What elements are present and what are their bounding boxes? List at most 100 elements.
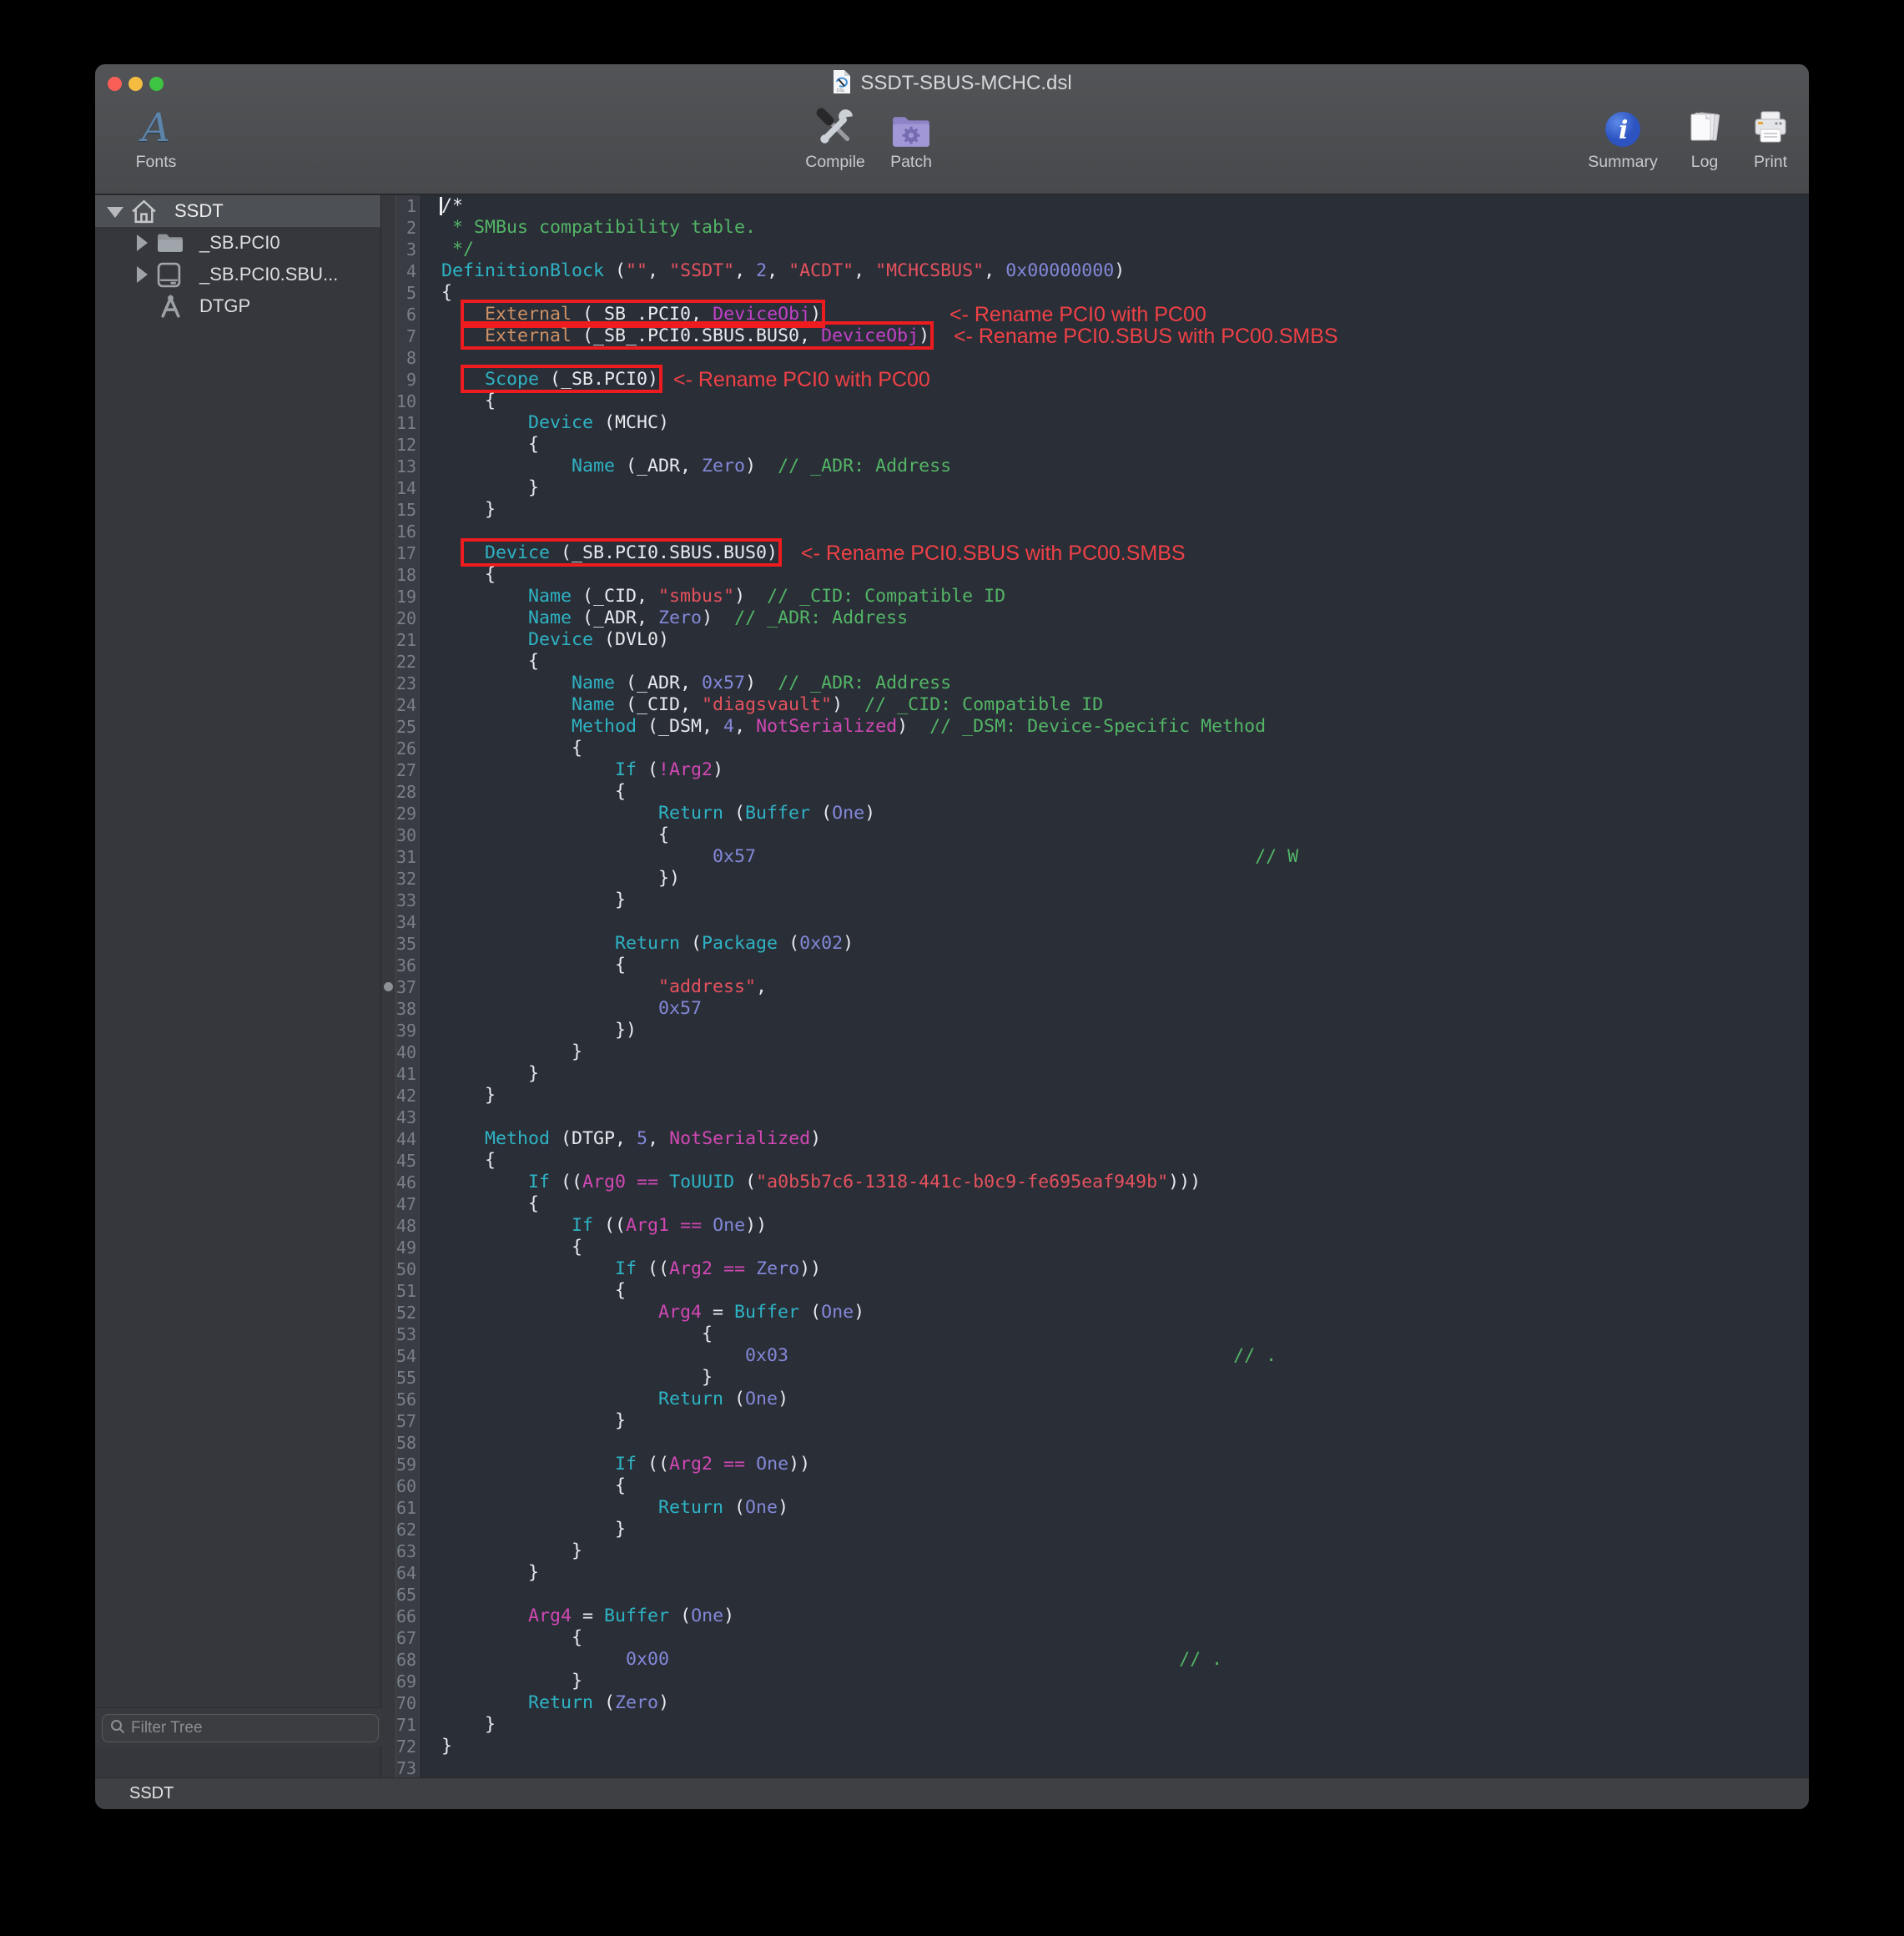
code-line-text[interactable]: { xyxy=(421,1323,1809,1345)
code-line[interactable]: 23 Name (_ADR, 0x57) // _ADR: Address xyxy=(381,673,1809,694)
code-line-text[interactable]: { xyxy=(421,434,1809,456)
zoom-button[interactable] xyxy=(149,77,164,91)
code-line[interactable]: 32 }) xyxy=(381,868,1809,890)
code-line[interactable]: 62 } xyxy=(381,1519,1809,1540)
code-line-text[interactable]: } xyxy=(421,1562,1809,1584)
code-line[interactable]: 39 }) xyxy=(381,1020,1809,1041)
code-line[interactable]: 57 } xyxy=(381,1410,1809,1432)
code-line[interactable]: 69 } xyxy=(381,1671,1809,1692)
filter-tree-input[interactable] xyxy=(131,1719,371,1737)
code-line[interactable]: 13 Name (_ADR, Zero) // _ADR: Address xyxy=(381,456,1809,477)
code-line-text[interactable]: Method (_DSM, 4, NotSerialized) // _DSM:… xyxy=(421,716,1809,738)
code-line[interactable]: 46 If ((Arg0 == ToUUID ("a0b5b7c6-1318-4… xyxy=(381,1172,1809,1193)
code-line[interactable]: 41 } xyxy=(381,1063,1809,1085)
code-line-text[interactable]: Device (MCHC) xyxy=(421,412,1809,434)
code-line[interactable]: 49 { xyxy=(381,1237,1809,1258)
code-line-text[interactable]: * SMBus compatibility table. xyxy=(421,217,1809,239)
code-line-text[interactable]: } xyxy=(421,1736,1809,1757)
code-line[interactable]: 6 External (_SB_.PCI0, DeviceObj)<- Rena… xyxy=(381,304,1809,325)
code-line[interactable]: 14 } xyxy=(381,477,1809,499)
disclosure-triangle-right-icon[interactable] xyxy=(137,234,148,251)
code-line[interactable]: 65 xyxy=(381,1584,1809,1606)
code-line-text[interactable]: } xyxy=(421,1410,1809,1432)
code-line[interactable]: 4DefinitionBlock ("", "SSDT", 2, "ACDT",… xyxy=(381,260,1809,282)
sidebar-item--sb-pci0-sbu-[interactable]: _SB.PCI0.SBU... xyxy=(95,259,380,290)
code-line[interactable]: 7 External (_SB_.PCI0.SBUS.BUS0, DeviceO… xyxy=(381,325,1809,347)
code-line[interactable]: 31 0x57 // W xyxy=(381,846,1809,868)
code-line[interactable]: 21 Device (DVL0) xyxy=(381,629,1809,651)
code-line[interactable]: 40 } xyxy=(381,1041,1809,1063)
code-line-text[interactable]: } xyxy=(421,1085,1809,1107)
code-line-text[interactable]: } xyxy=(421,1367,1809,1389)
code-line-text[interactable]: }) xyxy=(421,868,1809,890)
code-line[interactable]: 59 If ((Arg2 == One)) xyxy=(381,1454,1809,1475)
code-line-text[interactable]: DefinitionBlock ("", "SSDT", 2, "ACDT", … xyxy=(421,260,1809,282)
code-line-text[interactable]: { xyxy=(421,1280,1809,1302)
code-line-text[interactable]: Name (_ADR, Zero) // _ADR: Address xyxy=(421,608,1809,629)
code-line-text[interactable] xyxy=(421,1107,1809,1128)
sidebar-item--sb-pci0[interactable]: _SB.PCI0 xyxy=(95,227,380,259)
code-line-text[interactable]: } xyxy=(421,499,1809,521)
code-line[interactable]: 28 { xyxy=(381,781,1809,803)
code-line-text[interactable]: { xyxy=(421,1475,1809,1497)
code-line-text[interactable]: } xyxy=(421,1671,1809,1692)
code-line[interactable]: 16 xyxy=(381,521,1809,542)
code-line-text[interactable]: } xyxy=(421,1519,1809,1540)
code-line[interactable]: 68 0x00 // . xyxy=(381,1649,1809,1671)
code-line-text[interactable]: { xyxy=(421,1627,1809,1649)
code-line-text[interactable]: { xyxy=(421,282,1809,304)
code-line-text[interactable]: */ xyxy=(421,239,1809,260)
code-line-text[interactable]: Name (_CID, "smbus") // _CID: Compatible… xyxy=(421,586,1809,608)
code-line-text[interactable]: Return (One) xyxy=(421,1497,1809,1519)
code-line-text[interactable] xyxy=(421,521,1809,542)
code-line-text[interactable]: /* xyxy=(421,195,1809,217)
code-line-text[interactable]: Method (DTGP, 5, NotSerialized) xyxy=(421,1128,1809,1150)
code-line[interactable]: 72} xyxy=(381,1736,1809,1757)
code-line[interactable]: 45 { xyxy=(381,1150,1809,1172)
code-line[interactable]: 37 "address", xyxy=(381,976,1809,998)
code-line-text[interactable]: 0x57 // W xyxy=(421,846,1809,868)
filter-field[interactable] xyxy=(102,1714,379,1742)
code-line-text[interactable]: { xyxy=(421,651,1809,673)
code-line-text[interactable]: Return (Zero) xyxy=(421,1692,1809,1714)
code-line[interactable]: 44 Method (DTGP, 5, NotSerialized) xyxy=(381,1128,1809,1150)
code-line-text[interactable]: Return (Buffer (One) xyxy=(421,803,1809,824)
code-line[interactable]: 20 Name (_ADR, Zero) // _ADR: Address xyxy=(381,608,1809,629)
code-line-text[interactable]: { xyxy=(421,391,1809,412)
code-line-text[interactable]: Arg4 = Buffer (One) xyxy=(421,1302,1809,1323)
code-line-text[interactable]: Name (_ADR, Zero) // _ADR: Address xyxy=(421,456,1809,477)
code-line[interactable]: 26 { xyxy=(381,738,1809,759)
code-line[interactable]: 15 } xyxy=(381,499,1809,521)
toolbar-summary-button[interactable]: iSummary xyxy=(1579,106,1666,172)
code-line[interactable]: 18 { xyxy=(381,564,1809,586)
close-button[interactable] xyxy=(108,77,122,91)
code-line[interactable]: 11 Device (MCHC) xyxy=(381,412,1809,434)
code-line[interactable]: 42 } xyxy=(381,1085,1809,1107)
code-line[interactable]: 3 */ xyxy=(381,239,1809,260)
code-line[interactable]: 12 { xyxy=(381,434,1809,456)
code-line-text[interactable]: Arg4 = Buffer (One) xyxy=(421,1606,1809,1627)
code-line-text[interactable]: 0x03 // . xyxy=(421,1345,1809,1367)
code-line[interactable]: 63 } xyxy=(381,1540,1809,1562)
code-line[interactable]: 34 xyxy=(381,911,1809,933)
toolbar-patch-button[interactable]: Patch xyxy=(879,106,943,172)
code-line[interactable]: 43 xyxy=(381,1107,1809,1128)
code-line[interactable]: 33 } xyxy=(381,890,1809,911)
code-line-text[interactable]: { xyxy=(421,781,1809,803)
code-line[interactable]: 38 0x57 xyxy=(381,998,1809,1020)
code-line-text[interactable]: Name (_CID, "diagsvault") // _CID: Compa… xyxy=(421,694,1809,716)
code-line-text[interactable]: Device (_SB.PCI0.SBUS.BUS0)<- Rename PCI… xyxy=(421,542,1809,564)
code-line-text[interactable]: External (_SB_.PCI0.SBUS.BUS0, DeviceObj… xyxy=(421,325,1809,347)
code-line-text[interactable] xyxy=(421,1432,1809,1454)
code-line-text[interactable]: Return (Package (0x02) xyxy=(421,933,1809,955)
code-line[interactable]: 71 } xyxy=(381,1714,1809,1736)
code-line[interactable]: 27 If (!Arg2) xyxy=(381,759,1809,781)
code-line-text[interactable]: Scope (_SB.PCI0)<- Rename PCI0 with PC00 xyxy=(421,369,1809,391)
sidebar-item-ssdt[interactable]: SSDT xyxy=(95,195,380,227)
code-line-text[interactable]: } xyxy=(421,890,1809,911)
code-line[interactable]: 64 } xyxy=(381,1562,1809,1584)
code-line[interactable]: 30 { xyxy=(381,824,1809,846)
code-line[interactable]: 50 If ((Arg2 == Zero)) xyxy=(381,1258,1809,1280)
code-line[interactable]: 58 xyxy=(381,1432,1809,1454)
code-line[interactable]: 67 { xyxy=(381,1627,1809,1649)
